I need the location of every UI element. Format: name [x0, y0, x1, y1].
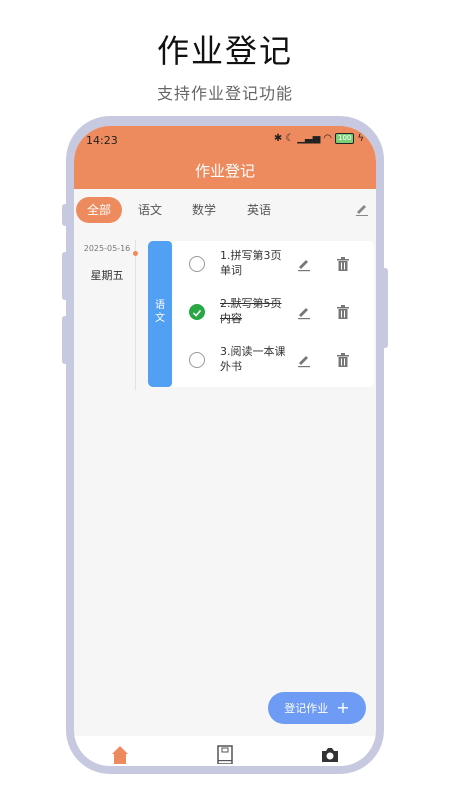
task-text: 2.默写第5页内容: [220, 297, 282, 325]
promo-title: 作业登记: [156, 32, 293, 70]
status-time: 14:23: [86, 134, 118, 147]
task-checkbox[interactable]: [189, 256, 205, 272]
edit-icon[interactable]: [296, 256, 312, 272]
home-icon[interactable]: [110, 744, 130, 764]
task-row: 2.默写第5页内容: [172, 290, 374, 338]
subject-label-line: 文: [155, 313, 165, 324]
bottom-nav: [74, 736, 376, 766]
trash-icon[interactable]: [336, 352, 350, 368]
subject-tabs: 全部 语文 数学 英语: [74, 189, 376, 229]
task-row: 1.拼写第3页单词: [172, 242, 374, 290]
moon-icon: ☾: [285, 133, 295, 144]
check-icon: [192, 309, 202, 317]
weekday-label: 星期五: [90, 269, 124, 282]
tab-math[interactable]: 数学: [186, 197, 222, 223]
task-text: 3.阅读一本课外书: [220, 345, 286, 373]
signal-icon: ▁▃▅: [297, 133, 321, 144]
promo-subtitle: 支持作业登记功能: [156, 84, 293, 103]
status-icons: ✱ ☾ ▁▃▅ ◠ 100 ϟ: [274, 133, 364, 144]
task-text: 1.拼写第3页单词: [220, 249, 282, 277]
tab-english[interactable]: 英语: [241, 197, 277, 223]
subject-strip: 语 文: [148, 241, 172, 387]
task-checkbox[interactable]: [189, 352, 205, 368]
app-title: 作业登记: [194, 162, 255, 180]
tab-all[interactable]: 全部: [76, 197, 122, 223]
app-header: 14:23 ✱ ☾ ▁▃▅ ◠ 100 ϟ 作业登记: [74, 126, 376, 189]
subject-label: 语 文: [148, 299, 172, 325]
charging-icon: ϟ: [357, 133, 364, 144]
homework-card: 语 文 1.拼写第3页单词 2.默写第5页内容 3.阅读一本课外书: [148, 241, 374, 387]
trash-icon[interactable]: [336, 304, 350, 320]
phone-screen: 14:23 ✱ ☾ ▁▃▅ ◠ 100 ϟ 作业登记 全部 语文 数学 英语 2…: [74, 126, 376, 766]
fab-label: 登记作业: [284, 702, 329, 715]
subject-label-line: 语: [155, 300, 165, 311]
plus-icon: +: [336, 698, 350, 717]
edit-tabs-icon[interactable]: [354, 201, 370, 217]
battery-icon: 100: [335, 133, 355, 144]
wifi-icon: ◠: [323, 133, 333, 144]
bluetooth-icon: ✱: [273, 133, 283, 144]
edit-icon[interactable]: [296, 352, 312, 368]
edit-icon[interactable]: [296, 304, 312, 320]
camera-icon[interactable]: [320, 744, 340, 764]
notebook-icon[interactable]: [215, 744, 235, 764]
timeline-line: [135, 240, 136, 390]
date-label: 2025-05-16: [83, 244, 131, 253]
timeline-dot: [133, 251, 138, 256]
task-checkbox-checked[interactable]: [189, 304, 205, 320]
tab-chinese[interactable]: 语文: [132, 197, 168, 223]
task-row: 3.阅读一本课外书: [172, 338, 374, 386]
date-column: 2025-05-16 星期五: [80, 244, 134, 283]
register-homework-button[interactable]: 登记作业 +: [268, 692, 366, 724]
trash-icon[interactable]: [336, 256, 350, 272]
